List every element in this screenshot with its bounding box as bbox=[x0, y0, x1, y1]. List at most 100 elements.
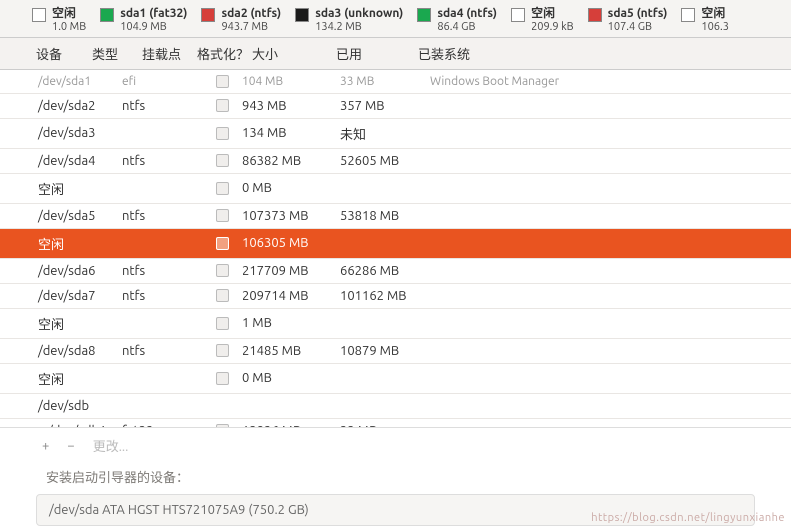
format-checkbox[interactable] bbox=[216, 209, 229, 222]
format-checkbox[interactable] bbox=[216, 237, 229, 250]
format-checkbox[interactable] bbox=[216, 99, 229, 112]
legend-swatch bbox=[32, 8, 46, 22]
legend-label: 空闲 bbox=[52, 6, 86, 21]
table-row[interactable]: /dev/sdb bbox=[0, 394, 791, 419]
col-size[interactable]: 大小 bbox=[252, 44, 336, 63]
cell-device: /dev/sda5 bbox=[0, 209, 122, 223]
cell-device: /dev/sda6 bbox=[0, 264, 122, 278]
cell-format bbox=[202, 317, 242, 330]
cell-size: 943 MB bbox=[242, 99, 340, 113]
cell-used: 66286 MB bbox=[340, 264, 430, 278]
remove-button[interactable]: − bbox=[61, 437, 80, 455]
table-row[interactable]: /dev/sda2ntfs943 MB357 MB bbox=[0, 94, 791, 119]
cell-size: 86382 MB bbox=[242, 154, 340, 168]
cell-used: 52605 MB bbox=[340, 154, 430, 168]
cell-device: /dev/sda4 bbox=[0, 154, 122, 168]
table-row[interactable]: 空闲 0 MB bbox=[0, 364, 791, 394]
cell-format bbox=[202, 209, 242, 222]
legend-item: sda5 (ntfs)107.4 GB bbox=[588, 6, 668, 35]
format-checkbox[interactable] bbox=[216, 75, 229, 88]
cell-format bbox=[202, 154, 242, 167]
table-row[interactable]: /dev/sda4ntfs86382 MB52605 MB bbox=[0, 149, 791, 174]
legend-item: sda4 (ntfs)86.4 GB bbox=[417, 6, 497, 35]
format-checkbox[interactable] bbox=[216, 372, 229, 385]
partition-table: 设备 类型 挂载点 格式化？ 大小 已用 已装系统 /dev/sda1efi10… bbox=[0, 37, 791, 427]
format-checkbox[interactable] bbox=[216, 154, 229, 167]
cell-size: 134 MB bbox=[242, 126, 340, 140]
table-header: 设备 类型 挂载点 格式化？ 大小 已用 已装系统 bbox=[0, 37, 791, 70]
legend-item: 空闲106.3 bbox=[681, 6, 729, 35]
cell-device: 空闲 bbox=[0, 234, 122, 253]
cell-type: efi bbox=[122, 75, 162, 88]
table-row[interactable]: /dev/sda3134 MB未知 bbox=[0, 119, 791, 149]
legend-swatch bbox=[417, 8, 431, 22]
toolbar: + − 更改... bbox=[0, 427, 791, 463]
legend-size: 86.4 GB bbox=[437, 21, 497, 35]
legend-swatch bbox=[201, 8, 215, 22]
legend-item: sda2 (ntfs)943.7 MB bbox=[201, 6, 281, 35]
legend-label: 空闲 bbox=[531, 6, 574, 21]
legend-item: sda1 (fat32)104.9 MB bbox=[100, 6, 187, 35]
col-system[interactable]: 已装系统 bbox=[418, 44, 791, 63]
legend-swatch bbox=[100, 8, 114, 22]
cell-system: Windows Boot Manager bbox=[430, 75, 791, 88]
legend-label: sda2 (ntfs) bbox=[221, 6, 281, 21]
cell-device: 空闲 bbox=[0, 314, 122, 333]
cell-type: ntfs bbox=[122, 344, 162, 358]
format-checkbox[interactable] bbox=[216, 264, 229, 277]
cell-type: ntfs bbox=[122, 209, 162, 223]
cell-format bbox=[202, 289, 242, 302]
table-row[interactable]: /dev/sdb1fat3213826 MB33 MB bbox=[0, 419, 791, 427]
cell-type: ntfs bbox=[122, 264, 162, 278]
table-row[interactable]: 空闲106305 MB bbox=[0, 229, 791, 259]
legend-item: 空闲1.0 MB bbox=[32, 6, 86, 35]
cell-format bbox=[202, 237, 242, 250]
legend-item: sda3 (unknown)134.2 MB bbox=[295, 6, 403, 35]
cell-size: 21485 MB bbox=[242, 344, 340, 358]
table-row[interactable]: 空闲 0 MB bbox=[0, 174, 791, 204]
disk-legend: 空闲1.0 MB sda1 (fat32)104.9 MB sda2 (ntfs)9… bbox=[0, 0, 791, 37]
watermark: https://blog.csdn.net/lingyunxianhe bbox=[591, 512, 785, 524]
cell-device: 空闲 bbox=[0, 369, 122, 388]
legend-swatch bbox=[295, 8, 309, 22]
cell-device: /dev/sda8 bbox=[0, 344, 122, 358]
col-device[interactable]: 设备 bbox=[0, 44, 92, 63]
table-row[interactable]: 空闲 1 MB bbox=[0, 309, 791, 339]
cell-size: 217709 MB bbox=[242, 264, 340, 278]
col-format[interactable]: 格式化？ bbox=[194, 44, 252, 63]
add-button[interactable]: + bbox=[36, 437, 55, 455]
table-row[interactable]: /dev/sda5ntfs107373 MB53818 MB bbox=[0, 204, 791, 229]
legend-label: sda1 (fat32) bbox=[120, 6, 187, 21]
cell-size: 0 MB bbox=[242, 371, 340, 385]
col-used[interactable]: 已用 bbox=[336, 44, 418, 63]
cell-size: 1 MB bbox=[242, 316, 340, 330]
format-checkbox[interactable] bbox=[216, 317, 229, 330]
legend-label: 空闲 bbox=[701, 6, 729, 21]
boot-loader-label: 安装启动引导器的设备： bbox=[0, 463, 791, 490]
cell-used: 10879 MB bbox=[340, 344, 430, 358]
cell-device: /dev/sda7 bbox=[0, 289, 122, 303]
cell-type: ntfs bbox=[122, 289, 162, 303]
format-checkbox[interactable] bbox=[216, 344, 229, 357]
table-row[interactable]: /dev/sda6ntfs 217709 MB66286 MB bbox=[0, 259, 791, 284]
format-checkbox[interactable] bbox=[216, 127, 229, 140]
cell-size: 0 MB bbox=[242, 181, 340, 195]
cell-format bbox=[202, 127, 242, 140]
col-mount[interactable]: 挂载点 bbox=[142, 44, 194, 63]
change-button[interactable]: 更改... bbox=[87, 434, 135, 457]
format-checkbox[interactable] bbox=[216, 182, 229, 195]
legend-size: 209.9 kB bbox=[531, 21, 574, 35]
legend-size: 106.3 bbox=[701, 21, 729, 35]
legend-label: sda3 (unknown) bbox=[315, 6, 403, 21]
table-row[interactable]: /dev/sda8ntfs 21485 MB10879 MB bbox=[0, 339, 791, 364]
table-row[interactable]: /dev/sda7ntfs209714 MB101162 MB bbox=[0, 284, 791, 309]
legend-label: sda5 (ntfs) bbox=[608, 6, 668, 21]
cell-device: 空闲 bbox=[0, 179, 122, 198]
cell-format bbox=[202, 264, 242, 277]
format-checkbox[interactable] bbox=[216, 289, 229, 302]
cell-format bbox=[202, 372, 242, 385]
cell-device: /dev/sdb bbox=[0, 399, 122, 413]
col-type[interactable]: 类型 bbox=[92, 44, 142, 63]
table-row[interactable]: /dev/sda1efi104 MB33 MBWindows Boot Mana… bbox=[0, 70, 791, 94]
legend-size: 107.4 GB bbox=[608, 21, 668, 35]
